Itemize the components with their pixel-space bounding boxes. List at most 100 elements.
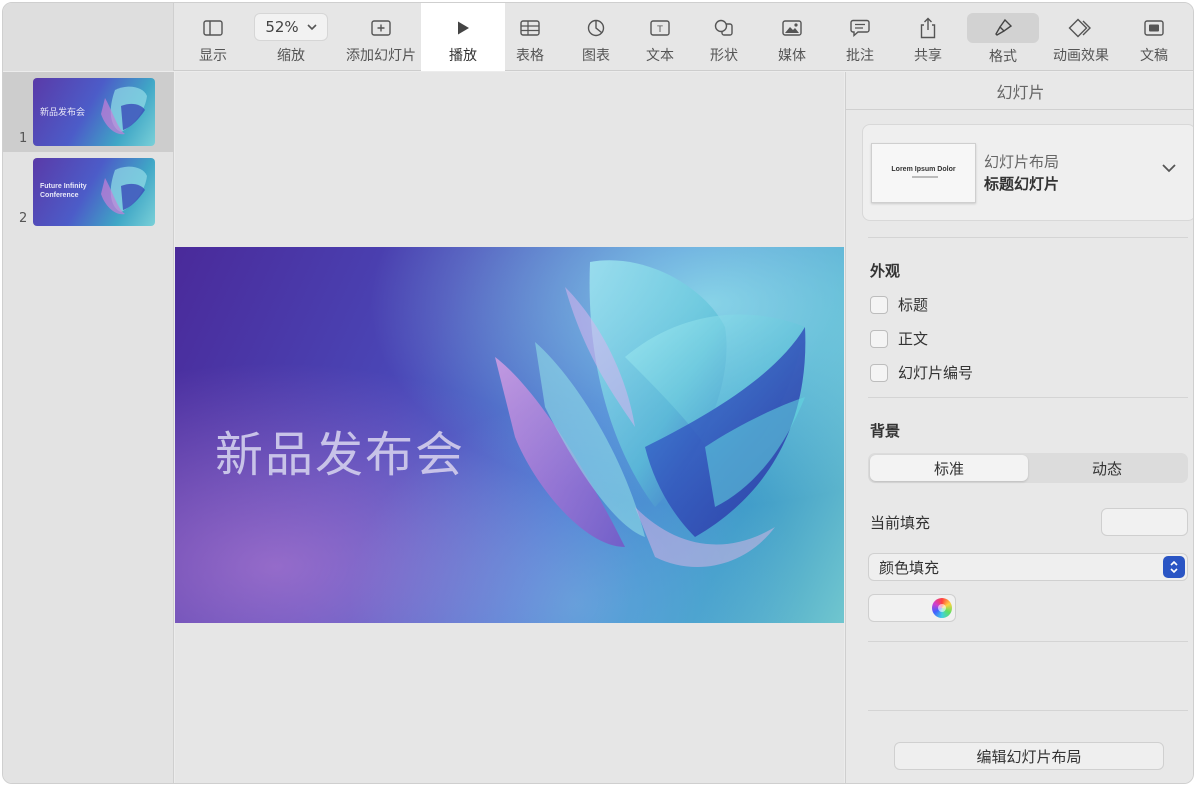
body-checkbox-label: 正文 xyxy=(898,330,929,348)
share-icon xyxy=(919,16,937,40)
slide-canvas[interactable]: 新品发布会 xyxy=(175,72,844,783)
title-checkbox-row[interactable]: 标题 xyxy=(870,294,928,315)
table-button[interactable]: 表格 xyxy=(507,3,553,71)
shape-label: 形状 xyxy=(710,48,738,64)
zoom-label: 缩放 xyxy=(277,48,305,64)
add-slide-icon xyxy=(371,16,391,40)
body-checkbox[interactable] xyxy=(870,329,888,348)
chart-icon xyxy=(587,16,605,40)
paintbrush-icon xyxy=(995,18,1013,36)
slide-number: 2 xyxy=(19,211,28,226)
table-label: 表格 xyxy=(516,48,544,64)
text-box-icon: T xyxy=(650,16,670,40)
inspector-header: 幻灯片 xyxy=(846,72,1193,110)
format-inspector: 幻灯片 Lorem Ipsum Dolor 幻灯片布局 标题幻灯片 外观 标题 … xyxy=(845,72,1193,783)
standard-segment[interactable]: 标准 xyxy=(870,455,1028,481)
color-wheel-icon[interactable] xyxy=(932,598,952,618)
background-mode-control: 标准 动态 xyxy=(868,453,1188,483)
chart-button[interactable]: 图表 xyxy=(573,3,619,71)
slide-thumbnail-1[interactable]: 1 新品发布会 xyxy=(3,72,174,152)
share-button[interactable]: 共享 xyxy=(905,3,951,71)
play-label: 播放 xyxy=(449,48,477,64)
slide-thumbnail-2[interactable]: 2 Future Infinity Conference xyxy=(3,152,174,232)
document-icon xyxy=(1144,16,1164,40)
fill-type-select[interactable]: 颜色填充 xyxy=(868,553,1188,581)
text-label: 文本 xyxy=(646,48,674,64)
document-label: 文稿 xyxy=(1140,48,1168,64)
slide-number: 1 xyxy=(19,131,28,146)
divider xyxy=(868,641,1188,642)
zoom-dropdown[interactable]: 52% xyxy=(254,13,328,41)
thumb-artwork xyxy=(101,86,147,135)
chevron-down-icon xyxy=(307,23,317,30)
layout-thumb-subtitle xyxy=(912,176,938,178)
format-button[interactable]: 格式 xyxy=(966,3,1040,71)
media-button[interactable]: 媒体 xyxy=(769,3,815,71)
sidebar-icon xyxy=(203,16,223,40)
title-checkbox-label: 标题 xyxy=(898,296,929,314)
view-label: 显示 xyxy=(199,48,227,64)
current-fill-swatch[interactable] xyxy=(1101,508,1188,536)
chart-label: 图表 xyxy=(582,48,610,64)
photo-icon xyxy=(782,16,802,40)
current-fill-label: 当前填充 xyxy=(870,514,931,532)
divider xyxy=(868,397,1188,398)
toolbar: 显示 52% 缩放 添加幻灯片 播放 表格 图表 T 文本 形状 媒体 批注 共… xyxy=(3,3,1193,71)
shape-icon xyxy=(714,16,734,40)
zoom-control[interactable]: 52% 缩放 xyxy=(251,3,331,71)
share-label: 共享 xyxy=(914,48,942,64)
animate-label: 动画效果 xyxy=(1053,48,1109,64)
toolbar-sidebar-area xyxy=(3,3,174,71)
zoom-value: 52% xyxy=(265,18,299,36)
add-slide-button[interactable]: 添加幻灯片 xyxy=(339,3,423,71)
dynamic-segment[interactable]: 动态 xyxy=(1028,455,1186,481)
background-title: 背景 xyxy=(870,422,901,440)
animate-icon xyxy=(1068,16,1094,40)
thumb-title: 新品发布会 xyxy=(40,108,86,118)
view-button[interactable]: 显示 xyxy=(183,3,243,71)
format-button-bg xyxy=(967,13,1039,43)
title-checkbox[interactable] xyxy=(870,295,888,314)
text-button[interactable]: T 文本 xyxy=(637,3,683,71)
animate-button[interactable]: 动画效果 xyxy=(1045,3,1117,71)
comment-label: 批注 xyxy=(846,48,874,64)
play-icon xyxy=(455,16,471,40)
slide-number-checkbox-label: 幻灯片编号 xyxy=(898,364,974,382)
comment-button[interactable]: 批注 xyxy=(837,3,883,71)
thumb-artwork xyxy=(101,166,147,215)
layout-label: 幻灯片布局 xyxy=(984,153,1060,171)
slide-title[interactable]: 新品发布会 xyxy=(215,415,465,485)
shape-button[interactable]: 形状 xyxy=(701,3,747,71)
body-checkbox-row[interactable]: 正文 xyxy=(870,328,928,349)
divider xyxy=(868,710,1188,711)
fill-type-value: 颜色填充 xyxy=(879,558,940,577)
format-label: 格式 xyxy=(989,49,1017,65)
select-arrows-icon xyxy=(1163,556,1185,578)
slide-number-checkbox-row[interactable]: 幻灯片编号 xyxy=(870,362,973,383)
slide-navigator: 1 新品发布会 2 Future Infinity Conference xyxy=(3,72,174,783)
appearance-title: 外观 xyxy=(870,262,901,280)
slide-thumb-image: Future Infinity Conference xyxy=(33,158,155,226)
add-slide-label: 添加幻灯片 xyxy=(346,48,416,64)
current-slide[interactable]: 新品发布会 xyxy=(175,247,844,623)
slide-layout-selector[interactable]: Lorem Ipsum Dolor 幻灯片布局 标题幻灯片 xyxy=(862,124,1193,221)
document-button[interactable]: 文稿 xyxy=(1131,3,1177,71)
thumb-title: Future Infinity Conference xyxy=(40,182,87,200)
slide-artwork xyxy=(495,260,806,567)
media-label: 媒体 xyxy=(778,48,806,64)
svg-text:T: T xyxy=(656,25,663,35)
layout-thumb-title: Lorem Ipsum Dolor xyxy=(891,166,956,173)
color-well[interactable] xyxy=(868,594,956,622)
keynote-window: 显示 52% 缩放 添加幻灯片 播放 表格 图表 T 文本 形状 媒体 批注 共… xyxy=(2,2,1194,784)
comment-icon xyxy=(850,16,870,40)
slide-number-checkbox[interactable] xyxy=(870,363,888,382)
divider xyxy=(868,237,1188,238)
slide-thumb-image: 新品发布会 xyxy=(33,78,155,146)
table-icon xyxy=(520,16,540,40)
chevron-down-icon[interactable] xyxy=(1161,163,1177,173)
play-button[interactable]: 播放 xyxy=(421,3,505,71)
edit-slide-layout-button[interactable]: 编辑幻灯片布局 xyxy=(894,742,1164,770)
thumb-title-line1: Future Infinity xyxy=(40,183,87,190)
thumb-title-line2: Conference xyxy=(40,192,79,199)
layout-thumbnail: Lorem Ipsum Dolor xyxy=(871,143,976,203)
